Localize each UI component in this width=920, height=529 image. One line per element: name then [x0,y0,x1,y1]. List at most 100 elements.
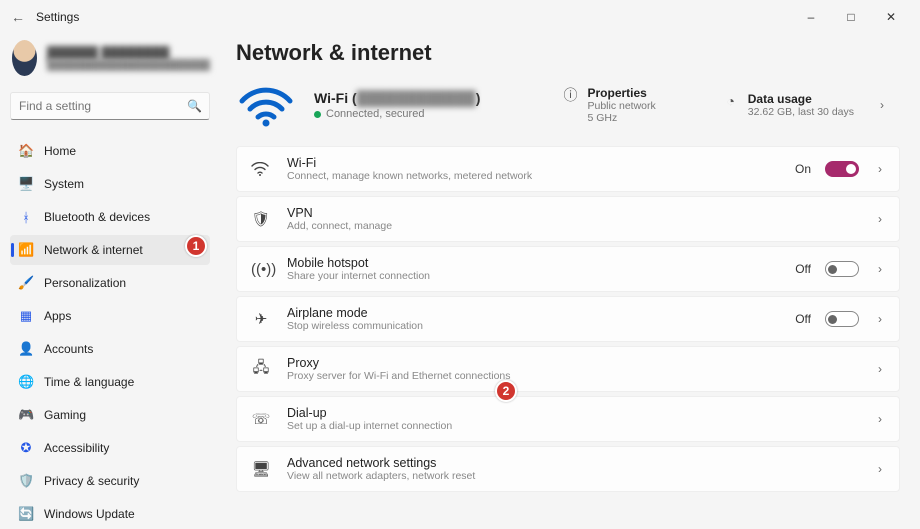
card-sub: Connect, manage known networks, metered … [287,170,532,182]
nav-label: Network & internet [44,243,143,257]
network-hero: Wi-Fi (████████████) Connected, secured … [236,78,900,140]
nav-gaming[interactable]: 🎮 Gaming [10,400,210,430]
account-name: ██████ ████████ [47,46,210,60]
search-box[interactable]: 🔍 [10,92,210,120]
usage-sub: 32.62 GB, last 30 days [748,106,854,118]
chevron-right-icon: › [873,162,887,176]
chevron-right-icon: › [873,312,887,326]
card-dialup[interactable]: ☏ Dial-upSet up a dial-up internet conne… [236,396,900,442]
nav-update[interactable]: 🔄 Windows Update [10,499,210,529]
shield-icon: 🛡︎ [251,210,271,228]
card-proxy[interactable]: 🖧 ProxyProxy server for Wi-Fi and Ethern… [236,346,900,392]
avatar [12,40,37,76]
wifi-big-icon [236,80,296,130]
nav-label: Windows Update [44,507,135,521]
chevron-right-icon[interactable]: › [872,98,892,112]
nav-list: 🏠 Home 🖥️System ᚼ Bluetooth & devices 📶 Net… [10,136,210,529]
hotspot-state: Off [795,262,811,276]
settings-cards: Wi-FiConnect, manage known networks, met… [236,146,900,492]
gamepad-icon: 🎮 [18,407,34,423]
back-button[interactable]: ← [4,9,32,25]
nav-bluetooth[interactable]: ᚼ Bluetooth & devices [10,202,210,232]
connected-dot-icon [314,111,321,118]
chevron-right-icon: › [873,362,887,376]
annotation-marker-1: 1 [185,235,207,257]
bluetooth-icon: ᚼ [18,210,34,225]
nav-label: System [44,177,84,191]
search-input[interactable] [19,99,187,113]
nav-label: Accounts [44,342,93,356]
nav-personalization[interactable]: 🖌️Personalization [10,268,210,298]
card-sub: Set up a dial-up internet connection [287,420,452,432]
nav-network[interactable]: 📶 Network & internet [10,235,210,265]
card-sub: Proxy server for Wi-Fi and Ethernet conn… [287,370,511,382]
search-icon[interactable]: 🔍 [187,99,201,113]
wifi-toggle[interactable] [825,161,859,177]
chevron-right-icon: › [873,262,887,276]
pc-icon: 🖥︎ [251,460,271,478]
nav-label: Privacy & security [44,474,139,488]
connection-status: Connected, secured [326,108,424,120]
airplane-icon: ✈︎ [251,310,271,328]
card-airplane[interactable]: ✈︎ Airplane modeStop wireless communicat… [236,296,900,342]
chevron-right-icon: › [873,462,887,476]
account-header[interactable]: ██████ ████████ ███████████████████████ [10,38,210,78]
page-title: Network & internet [236,40,900,66]
properties-sub1: Public network [587,100,655,112]
airplane-state: Off [795,312,811,326]
properties-tile[interactable]: ⓘ Properties Public network 5 GHz [561,86,655,124]
update-icon: 🔄 [18,506,34,522]
usage-icon: ◔ [722,92,740,110]
card-title: Mobile hotspot [287,256,430,270]
person-icon: 👤 [18,341,34,357]
card-hotspot[interactable]: ((•)) Mobile hotspotShare your internet … [236,246,900,292]
nav-label: Home [44,144,76,158]
hotspot-toggle[interactable] [825,261,859,277]
card-wifi[interactable]: Wi-FiConnect, manage known networks, met… [236,146,900,192]
nav-label: Accessibility [44,441,109,455]
nav-system[interactable]: 🖥️System [10,169,210,199]
wifi-icon [251,162,271,176]
nav-accessibility[interactable]: ✪ Accessibility [10,433,210,463]
airplane-toggle[interactable] [825,311,859,327]
home-icon: 🏠 [18,143,34,159]
wifi-icon: 📶 [18,242,34,258]
card-vpn[interactable]: 🛡︎ VPNAdd, connect, manage › [236,196,900,242]
card-title: Proxy [287,356,511,370]
proxy-icon: 🖧 [251,357,271,382]
card-sub: Stop wireless communication [287,320,423,332]
nav-home[interactable]: 🏠 Home [10,136,210,166]
card-title: Dial-up [287,406,452,420]
card-advanced[interactable]: 🖥︎ Advanced network settingsView all net… [236,446,900,492]
nav-time[interactable]: 🌐 Time & language [10,367,210,397]
nav-label: Time & language [44,375,134,389]
nav-label: Gaming [44,408,86,422]
maximize-button[interactable]: □ [840,10,862,24]
main-content: Network & internet Wi-Fi (████████████) … [220,34,920,518]
close-button[interactable]: ✕ [880,10,902,24]
wifi-label: Wi-Fi [314,90,348,106]
usage-title: Data usage [748,92,854,106]
hotspot-icon: ((•)) [251,261,271,278]
accessibility-icon: ✪ [18,440,34,456]
wifi-state: On [795,162,811,176]
titlebar: ← Settings – □ ✕ [0,0,920,34]
data-usage-tile[interactable]: ◔ Data usage 32.62 GB, last 30 days [722,92,854,118]
hero-text: Wi-Fi (████████████) Connected, secured [314,90,480,120]
clock-icon: 🌐 [18,374,34,390]
account-email: ███████████████████████ [47,60,210,71]
chevron-right-icon: › [873,212,887,226]
info-icon: ⓘ [561,86,579,104]
properties-sub2: 5 GHz [587,112,655,124]
annotation-marker-2: 2 [495,380,517,402]
nav-privacy[interactable]: 🛡️Privacy & security [10,466,210,496]
nav-label: Bluetooth & devices [44,210,150,224]
properties-title: Properties [587,86,655,100]
nav-accounts[interactable]: 👤 Accounts [10,334,210,364]
minimize-button[interactable]: – [800,10,822,24]
nav-apps[interactable]: ▦ Apps [10,301,210,331]
brush-icon: 🖌️ [18,275,34,291]
nav-label: Apps [44,309,71,323]
card-sub: Add, connect, manage [287,220,392,232]
apps-icon: ▦ [18,308,34,324]
